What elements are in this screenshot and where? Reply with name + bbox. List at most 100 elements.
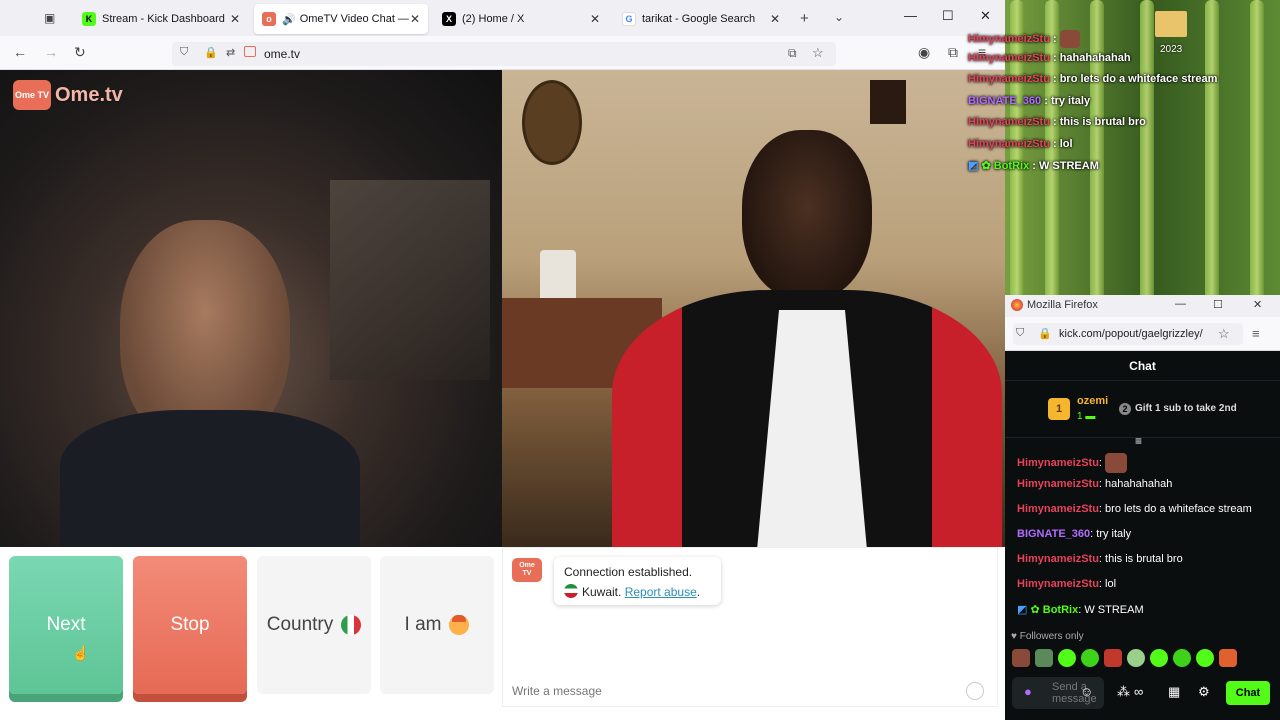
chat-username[interactable]: BotRix	[1043, 604, 1078, 616]
verified-badge-icon: ✿	[981, 160, 991, 172]
verified-badge-icon: ✿	[1030, 604, 1040, 616]
translate-icon[interactable]: ⧉	[788, 46, 797, 61]
chat-username: BotRix	[993, 160, 1030, 172]
chat-username[interactable]: HimynameizStu	[1017, 457, 1099, 469]
chat-message-row: HimynameizStu: lol	[1017, 578, 1117, 590]
chevron-down-icon[interactable]: ⌄	[834, 10, 844, 24]
infinity-icon[interactable]: ∞	[1134, 684, 1143, 699]
chat-message: try italy	[1096, 528, 1132, 540]
minimize-icon[interactable]: —	[1175, 298, 1186, 310]
google-icon: G	[622, 12, 636, 26]
minimize-icon[interactable]: —	[904, 8, 917, 23]
message-input[interactable]	[512, 683, 952, 699]
settings-gear-icon[interactable]: ⚙	[1198, 684, 1210, 700]
local-video	[0, 70, 502, 547]
permissions-icon[interactable]: ⇄	[226, 46, 235, 59]
emoji-icon[interactable]	[966, 682, 984, 700]
person-face	[742, 130, 872, 300]
followers-only-notice: ♥ Followers only	[1011, 631, 1084, 642]
tab-google-search[interactable]: G tarikat - Google Search ✕	[614, 4, 788, 34]
mouse-cursor-icon: ☝	[72, 645, 90, 661]
account-icon[interactable]: ◉	[918, 44, 930, 61]
bookmark-star-icon[interactable]: ☆	[1218, 326, 1230, 342]
shield-icon[interactable]: ⛉	[180, 46, 188, 59]
popout-url[interactable]: kick.com/popout/gaelgrizzley/	[1059, 328, 1203, 340]
chat-message-row: HimynameizStu: bro lets do a whiteface s…	[1017, 503, 1252, 515]
extensions-icon[interactable]: ⧉	[948, 44, 958, 61]
tab-x-home[interactable]: X (2) Home / X ✕	[434, 4, 608, 34]
emote-icon[interactable]	[1081, 649, 1099, 667]
chat-username[interactable]: HimynameizStu	[1017, 478, 1099, 490]
chat-message: hahahahahah	[1105, 478, 1173, 490]
next-button[interactable]: Next	[9, 556, 123, 694]
gift-icon: ▬	[1085, 411, 1096, 422]
emoji-icon[interactable]: ☺	[1080, 684, 1093, 699]
chat-username: HimynameizStu	[968, 32, 1050, 45]
tab-label: Stream - Kick Dashboard	[102, 13, 225, 25]
gift-box-icon[interactable]: ▦	[1168, 684, 1180, 700]
maximize-icon[interactable]: ☐	[1213, 298, 1223, 311]
emote-icon[interactable]	[1219, 649, 1237, 667]
lock-icon[interactable]: 🔒	[204, 46, 218, 59]
emote-icon[interactable]	[1196, 649, 1214, 667]
chat-username[interactable]: HimynameizStu	[1017, 578, 1099, 590]
chat-message-row: HimynameizStu: hahahahahah	[1017, 478, 1173, 490]
speaker-icon[interactable]: 🔊	[282, 13, 296, 26]
close-icon[interactable]: ✕	[770, 12, 780, 26]
menu-icon[interactable]: ≡	[1252, 326, 1260, 341]
maximize-icon[interactable]: ☐	[942, 8, 954, 24]
followers-only-label: Followers only	[1019, 631, 1084, 642]
chat-send-button[interactable]: Chat	[1226, 681, 1270, 705]
gift-prompt[interactable]: Gift 1 sub to take 2nd	[1135, 403, 1237, 414]
chat-username[interactable]: BIGNATE_360	[1017, 528, 1090, 540]
country-button[interactable]: Country	[257, 556, 371, 694]
gender-button[interactable]: I am	[380, 556, 494, 694]
close-icon[interactable]: ✕	[410, 12, 420, 26]
reload-icon[interactable]: ↻	[74, 44, 86, 61]
chat-username: HimynameizStu	[968, 137, 1050, 150]
bot-badge-icon: ◩	[968, 160, 979, 172]
stream-overlay-chat: HimynameizStu : HimynameizStu : hahahaha…	[968, 30, 1268, 181]
bookmark-star-icon[interactable]: ☆	[812, 45, 824, 61]
iam-label: I am	[404, 614, 442, 635]
emote-icon[interactable]	[1104, 649, 1122, 667]
emote-icon[interactable]	[1127, 649, 1145, 667]
emote-icon[interactable]	[1150, 649, 1168, 667]
chat-message: W STREAM	[1038, 160, 1099, 172]
wall-picture	[870, 80, 906, 124]
gift-leader-count: 1 ▬	[1077, 411, 1095, 422]
url-text[interactable]: ome.tv	[264, 47, 300, 61]
microphone-icon[interactable]: ●	[1024, 684, 1032, 699]
close-window-icon[interactable]: ✕	[1253, 298, 1262, 311]
chat-username: HimynameizStu	[968, 73, 1050, 85]
report-abuse-link[interactable]: Report abuse	[625, 585, 697, 599]
forward-icon[interactable]: →	[44, 44, 58, 60]
browser-window: ▣ K Stream - Kick Dashboard ✕ o 🔊 OmeTV …	[0, 0, 1005, 720]
chat-username[interactable]: HimynameizStu	[1017, 503, 1099, 515]
chat-username[interactable]: HimynameizStu	[1017, 553, 1099, 565]
close-icon[interactable]: ✕	[590, 12, 600, 26]
emote-icon[interactable]	[1058, 649, 1076, 667]
connections-icon[interactable]: ⁂	[1117, 684, 1130, 700]
close-window-icon[interactable]: ✕	[980, 8, 991, 24]
stop-button[interactable]: Stop	[133, 556, 247, 694]
close-icon[interactable]: ✕	[230, 12, 240, 26]
gift-leader-name[interactable]: ozemi	[1077, 395, 1108, 407]
ometv-badge-icon: Ome TV	[13, 80, 51, 110]
camera-icon[interactable]	[244, 46, 256, 57]
emote-icon[interactable]	[1012, 649, 1030, 667]
back-icon[interactable]: ←	[13, 44, 27, 60]
chat-message: try italy	[1050, 94, 1091, 107]
tab-overview-icon[interactable]: ▣	[44, 11, 55, 25]
new-tab-icon[interactable]: +	[800, 10, 809, 27]
pinned-drawer-icon[interactable]: ≡	[1135, 434, 1142, 448]
shield-icon[interactable]: ⛉	[1016, 327, 1024, 340]
tab-kick-dashboard[interactable]: K Stream - Kick Dashboard ✕	[74, 4, 248, 34]
chat-message: bro lets do a whiteface stream	[1105, 503, 1252, 515]
tab-ometv[interactable]: o 🔊 OmeTV Video Chat — Om ✕	[254, 4, 428, 34]
emote-icon[interactable]	[1173, 649, 1191, 667]
chat-username: HimynameizStu	[968, 116, 1050, 128]
lock-icon[interactable]: 🔒	[1038, 327, 1052, 340]
emote-icon[interactable]	[1035, 649, 1053, 667]
chat-message: lol	[1059, 137, 1073, 150]
